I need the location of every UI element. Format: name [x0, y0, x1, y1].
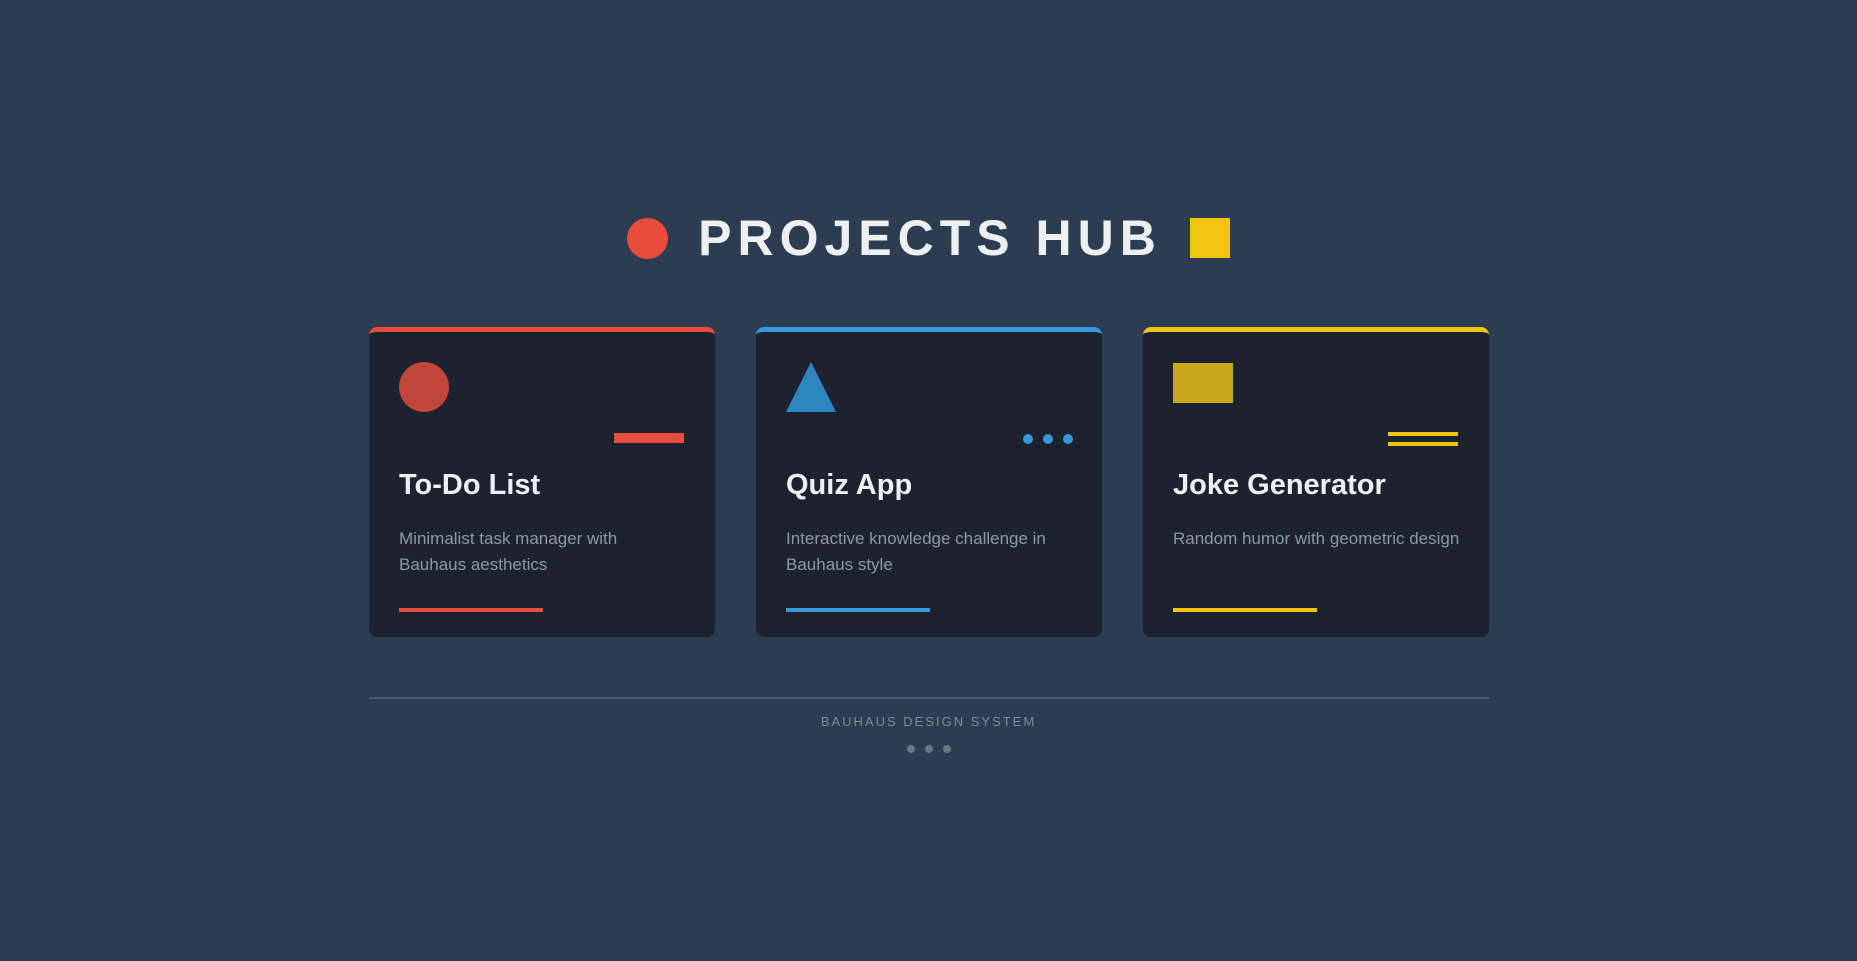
bar-accent-icon [614, 433, 684, 443]
page-header: PROJECTS HUB [0, 206, 1857, 270]
card-description: Interactive knowledge challenge in Bauha… [786, 529, 1046, 574]
project-card-todo-list[interactable]: To-Do List Minimalist task manager with … [369, 327, 715, 637]
footer-divider [369, 697, 1489, 699]
square-icon [1173, 363, 1233, 403]
card-title: Joke Generator [1173, 469, 1386, 501]
three-dots-icon [0, 745, 1857, 753]
red-circle-icon [627, 217, 669, 259]
yellow-square-icon [1189, 218, 1230, 258]
card-description: Random humor with geometric design [1173, 529, 1460, 548]
footer-text: BAUHAUS DESIGN SYSTEM [820, 714, 1037, 729]
card-description: Minimalist task manager with Bauhaus aes… [399, 529, 618, 574]
triangle-icon [786, 362, 836, 412]
dots-accent-icon [1023, 434, 1073, 444]
project-cards: To-Do List Minimalist task manager with … [369, 327, 1489, 637]
project-card-quiz-app[interactable]: Quiz App Interactive knowledge challenge… [756, 327, 1102, 637]
card-underline [1173, 608, 1317, 612]
lines-accent-icon [1388, 432, 1458, 452]
card-underline [786, 608, 930, 612]
card-title: To-Do List [399, 469, 541, 501]
page-title: PROJECTS HUB [698, 210, 1162, 266]
card-title: Quiz App [786, 469, 913, 501]
circle-icon [399, 362, 449, 412]
card-underline [399, 608, 543, 612]
project-card-joke-generator[interactable]: Joke Generator Random humor with geometr… [1143, 327, 1489, 637]
